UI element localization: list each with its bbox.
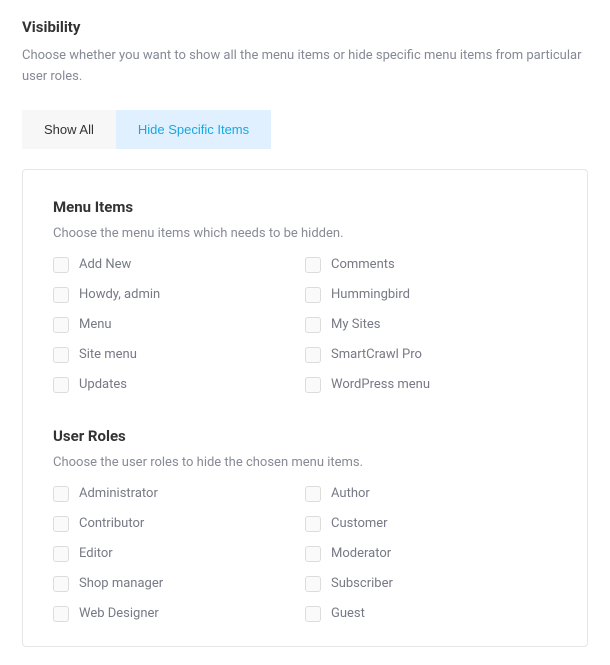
page-description: Choose whether you want to show all the … xyxy=(22,46,588,88)
user-role-row: Author xyxy=(305,486,557,502)
checkbox[interactable] xyxy=(305,257,321,273)
checkbox-label: Web Designer xyxy=(79,606,159,621)
user-role-row: Moderator xyxy=(305,546,557,562)
menu-item-row: Add New xyxy=(53,257,305,273)
menu-item-row: Hummingbird xyxy=(305,287,557,303)
user-roles-grid: Administrator Author Contributor Custome… xyxy=(53,486,557,622)
checkbox[interactable] xyxy=(53,546,69,562)
checkbox-label: Updates xyxy=(79,377,127,392)
menu-item-row: Howdy, admin xyxy=(53,287,305,303)
checkbox[interactable] xyxy=(53,606,69,622)
user-role-row: Administrator xyxy=(53,486,305,502)
user-role-row: Contributor xyxy=(53,516,305,532)
user-role-row: Editor xyxy=(53,546,305,562)
checkbox-label: Menu xyxy=(79,317,112,332)
checkbox[interactable] xyxy=(305,317,321,333)
checkbox[interactable] xyxy=(305,546,321,562)
checkbox-label: Guest xyxy=(331,606,365,621)
checkbox-label: My Sites xyxy=(331,317,380,332)
checkbox-label: Hummingbird xyxy=(331,287,410,302)
user-role-row: Guest xyxy=(305,606,557,622)
user-role-row: Shop manager xyxy=(53,576,305,592)
page-title: Visibility xyxy=(22,18,588,36)
checkbox-label: Customer xyxy=(331,516,388,531)
checkbox-label: Comments xyxy=(331,257,395,272)
checkbox-label: Administrator xyxy=(79,486,158,501)
checkbox-label: Moderator xyxy=(331,546,391,561)
checkbox-label: Site menu xyxy=(79,347,137,362)
checkbox-label: SmartCrawl Pro xyxy=(331,347,422,362)
menu-items-title: Menu Items xyxy=(53,198,557,216)
checkbox[interactable] xyxy=(53,516,69,532)
checkbox[interactable] xyxy=(305,486,321,502)
user-role-row: Customer xyxy=(305,516,557,532)
tab-show-all[interactable]: Show All xyxy=(22,110,116,149)
checkbox-label: Author xyxy=(331,486,370,501)
checkbox-label: Subscriber xyxy=(331,576,393,591)
tab-hide-specific[interactable]: Hide Specific Items xyxy=(116,110,271,149)
menu-item-row: Comments xyxy=(305,257,557,273)
menu-item-row: Updates xyxy=(53,377,305,393)
menu-item-row: SmartCrawl Pro xyxy=(305,347,557,363)
checkbox[interactable] xyxy=(53,317,69,333)
menu-items-description: Choose the menu items which needs to be … xyxy=(53,226,557,241)
menu-item-row: WordPress menu xyxy=(305,377,557,393)
checkbox[interactable] xyxy=(305,377,321,393)
checkbox-label: Contributor xyxy=(79,516,144,531)
checkbox[interactable] xyxy=(305,287,321,303)
checkbox[interactable] xyxy=(53,347,69,363)
checkbox[interactable] xyxy=(305,516,321,532)
checkbox[interactable] xyxy=(53,287,69,303)
user-roles-description: Choose the user roles to hide the chosen… xyxy=(53,455,557,470)
checkbox-label: Shop manager xyxy=(79,576,163,591)
checkbox[interactable] xyxy=(53,377,69,393)
menu-item-row: Site menu xyxy=(53,347,305,363)
checkbox-label: WordPress menu xyxy=(331,377,430,392)
menu-item-row: My Sites xyxy=(305,317,557,333)
user-role-row: Web Designer xyxy=(53,606,305,622)
menu-item-row: Menu xyxy=(53,317,305,333)
visibility-tabs: Show All Hide Specific Items xyxy=(22,110,588,149)
settings-card: Menu Items Choose the menu items which n… xyxy=(22,169,588,647)
checkbox-label: Howdy, admin xyxy=(79,287,160,302)
checkbox[interactable] xyxy=(53,576,69,592)
checkbox-label: Editor xyxy=(79,546,113,561)
checkbox[interactable] xyxy=(305,606,321,622)
menu-items-grid: Add New Comments Howdy, admin Hummingbir… xyxy=(53,257,557,393)
checkbox[interactable] xyxy=(305,347,321,363)
checkbox[interactable] xyxy=(53,486,69,502)
checkbox[interactable] xyxy=(305,576,321,592)
checkbox-label: Add New xyxy=(79,257,131,272)
user-role-row: Subscriber xyxy=(305,576,557,592)
checkbox[interactable] xyxy=(53,257,69,273)
user-roles-title: User Roles xyxy=(53,427,557,445)
